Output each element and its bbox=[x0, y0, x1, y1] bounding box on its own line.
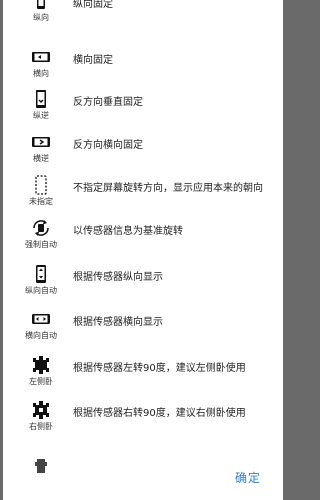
option-description: 根据传感器纵向显示 bbox=[73, 272, 163, 283]
icon-label: 横向自动 bbox=[25, 331, 57, 340]
portrait-lock-icon bbox=[37, 0, 45, 9]
list-item-landscape[interactable]: 横向 横向固定 bbox=[3, 40, 283, 82]
portrait-auto-icon bbox=[36, 265, 46, 283]
reverse-landscape-icon bbox=[32, 137, 50, 147]
icon-label: 强制自动 bbox=[25, 240, 57, 249]
lie-right-icon bbox=[33, 401, 49, 419]
option-description: 不指定屏幕旋转方向，显示应用本来的朝向 bbox=[73, 183, 263, 194]
icon-label: 左侧卧 bbox=[29, 377, 53, 386]
option-description: 根据传感器横向显示 bbox=[73, 317, 163, 328]
lie-left-icon bbox=[33, 356, 49, 374]
option-description: 反方向垂直固定 bbox=[73, 97, 143, 108]
list-item-lie-right[interactable]: 右侧卧 根据传感器右转90度，建议右侧卧使用 bbox=[3, 393, 283, 435]
option-description: 以传感器信息为基准旋转 bbox=[73, 226, 183, 237]
list-item-force-auto[interactable]: 强制自动 以传感器信息为基准旋转 bbox=[3, 211, 283, 253]
reverse-portrait-icon bbox=[36, 90, 46, 108]
list-item-unspecified[interactable]: 未指定 不指定屏幕旋转方向，显示应用本来的朝向 bbox=[3, 168, 283, 210]
orientation-dialog: 纵向 纵向固定 横向 横向固定 纵逆 反方向垂直固定 横逆 反方向横向固定 未指… bbox=[3, 0, 283, 500]
icon-label: 纵向自动 bbox=[25, 286, 57, 295]
unspecified-icon bbox=[35, 175, 47, 195]
list-item-lie-left[interactable]: 左侧卧 根据传感器左转90度，建议左侧卧使用 bbox=[3, 348, 283, 390]
icon-label: 横向 bbox=[33, 69, 49, 78]
ok-button[interactable]: 确定 bbox=[235, 469, 261, 486]
list-item-reverse-portrait[interactable]: 纵逆 反方向垂直固定 bbox=[3, 82, 283, 124]
list-item-reverse-landscape[interactable]: 横逆 反方向横向固定 bbox=[3, 125, 283, 167]
landscape-auto-icon bbox=[32, 314, 50, 324]
option-description: 根据传感器右转90度，建议右侧卧使用 bbox=[73, 408, 246, 419]
option-description: 纵向固定 bbox=[73, 0, 113, 10]
icon-label: 右侧卧 bbox=[29, 422, 53, 431]
option-description: 根据传感器左转90度，建议左侧卧使用 bbox=[73, 363, 246, 374]
icon-label: 横逆 bbox=[33, 154, 49, 163]
force-auto-icon bbox=[33, 220, 49, 236]
partial-row-icon bbox=[35, 459, 47, 473]
icon-label: 纵向 bbox=[33, 13, 49, 22]
option-description: 反方向横向固定 bbox=[73, 140, 143, 151]
option-description: 横向固定 bbox=[73, 55, 113, 66]
list-item-landscape-auto[interactable]: 横向自动 根据传感器横向显示 bbox=[3, 302, 283, 344]
landscape-lock-icon bbox=[32, 52, 50, 62]
icon-label: 纵逆 bbox=[33, 111, 49, 120]
list-item-portrait-auto[interactable]: 纵向自动 根据传感器纵向显示 bbox=[3, 257, 283, 299]
list-item-portrait[interactable]: 纵向 纵向固定 bbox=[3, 0, 283, 26]
icon-label: 未指定 bbox=[29, 197, 53, 206]
